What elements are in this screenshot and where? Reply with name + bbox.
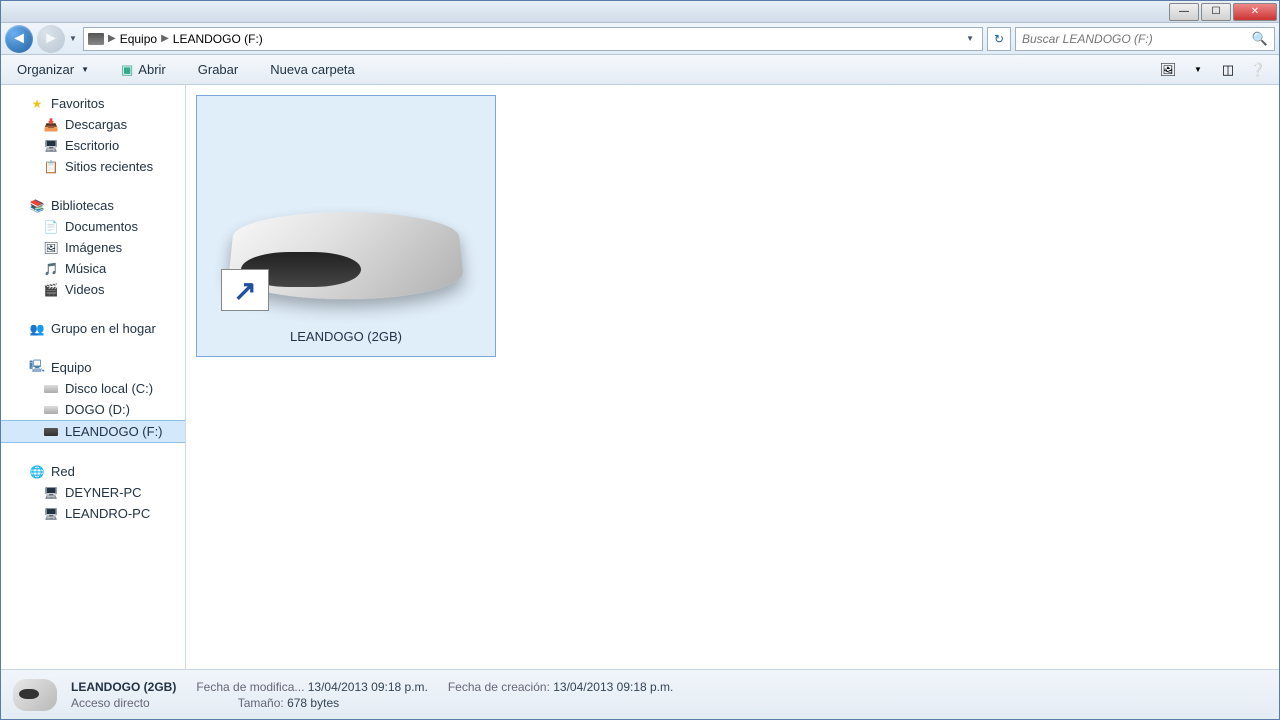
sidebar-item-network-pc2[interactable]: 🖥LEANDRO-PC <box>1 503 185 524</box>
new-folder-label: Nueva carpeta <box>270 62 355 77</box>
toolbar: Organizar ▼ ▣ Abrir Grabar Nueva carpeta… <box>1 55 1279 85</box>
refresh-button[interactable]: ↻ <box>987 27 1011 51</box>
details-created-value: 13/04/2013 09:18 p.m. <box>553 680 673 694</box>
homegroup-icon: 👥 <box>29 322 45 336</box>
sidebar-item-network-pc1[interactable]: 🖥DEYNER-PC <box>1 482 185 503</box>
network-group: 🌐Red 🖥DEYNER-PC 🖥LEANDRO-PC <box>1 461 185 524</box>
network-icon: 🌐 <box>29 465 45 479</box>
breadcrumb-sep-icon: ▶ <box>161 33 169 44</box>
sidebar-item-music[interactable]: 🎵Música <box>1 258 185 279</box>
drive-icon <box>43 425 59 439</box>
desktop-icon: 🖥 <box>43 139 59 153</box>
sidebar-libraries-header[interactable]: 📚Bibliotecas <box>1 195 185 216</box>
libraries-group: 📚Bibliotecas 📄Documentos 🖼Imágenes 🎵Músi… <box>1 195 185 300</box>
breadcrumb-sep-icon: ▶ <box>108 33 116 44</box>
nav-history-dropdown[interactable]: ▼ <box>69 34 79 43</box>
organize-button[interactable]: Organizar ▼ <box>11 60 95 79</box>
open-button[interactable]: ▣ Abrir <box>115 60 172 80</box>
titlebar: — ☐ ✕ <box>1 1 1279 23</box>
organize-label: Organizar <box>17 62 74 77</box>
toolbar-right: 🖼 ▼ ◫ ❔ <box>1157 60 1269 80</box>
breadcrumb-current[interactable]: LEANDOGO (F:) <box>173 32 263 46</box>
sidebar-item-downloads[interactable]: 📥Descargas <box>1 114 185 135</box>
close-button[interactable]: ✕ <box>1233 3 1277 21</box>
drive-icon <box>43 403 59 417</box>
libraries-icon: 📚 <box>29 199 45 213</box>
explorer-window: — ☐ ✕ ◄ ► ▼ ▶ Equipo ▶ LEANDOGO (F:) ▼ ↻… <box>0 0 1280 720</box>
address-bar[interactable]: ▶ Equipo ▶ LEANDOGO (F:) ▼ <box>83 27 983 51</box>
pc-icon: 🖥 <box>43 507 59 521</box>
details-created-label: Fecha de creación: <box>448 680 550 694</box>
documents-icon: 📄 <box>43 220 59 234</box>
sidebar-homegroup-header[interactable]: 👥Grupo en el hogar <box>1 318 185 339</box>
maximize-button[interactable]: ☐ <box>1201 3 1231 21</box>
downloads-icon: 📥 <box>43 118 59 132</box>
view-options-button[interactable]: 🖼 <box>1157 60 1179 80</box>
sidebar-item-videos[interactable]: 🎬Videos <box>1 279 185 300</box>
drive-icon <box>43 382 59 396</box>
homegroup-group: 👥Grupo en el hogar <box>1 318 185 339</box>
sidebar-item-desktop[interactable]: 🖥Escritorio <box>1 135 185 156</box>
recent-icon: 📋 <box>43 160 59 174</box>
window-controls: — ☐ ✕ <box>1169 3 1279 21</box>
favorites-group: ★Favoritos 📥Descargas 🖥Escritorio 📋Sitio… <box>1 93 185 177</box>
forward-button[interactable]: ► <box>37 25 65 53</box>
preview-pane-button[interactable]: ◫ <box>1217 60 1239 80</box>
sidebar-computer-header[interactable]: 🖳Equipo <box>1 357 185 378</box>
drive-icon <box>88 33 104 45</box>
address-dropdown[interactable]: ▼ <box>962 34 978 43</box>
chevron-down-icon: ▼ <box>81 65 89 74</box>
pc-icon: 🖥 <box>43 486 59 500</box>
computer-group: 🖳Equipo Disco local (C:) DOGO (D:) LEAND… <box>1 357 185 443</box>
search-input[interactable] <box>1022 32 1252 46</box>
back-button[interactable]: ◄ <box>5 25 33 53</box>
star-icon: ★ <box>29 97 45 111</box>
drive-shortcut-icon: ↗ <box>221 179 471 319</box>
breadcrumb-computer[interactable]: Equipo <box>120 32 157 46</box>
nav-bar: ◄ ► ▼ ▶ Equipo ▶ LEANDOGO (F:) ▼ ↻ 🔍 <box>1 23 1279 55</box>
sidebar-favorites-header[interactable]: ★Favoritos <box>1 93 185 114</box>
search-box[interactable]: 🔍 <box>1015 27 1275 51</box>
music-icon: 🎵 <box>43 262 59 276</box>
burn-label: Grabar <box>198 62 238 77</box>
view-dropdown[interactable]: ▼ <box>1187 60 1209 80</box>
details-drive-icon <box>13 679 57 711</box>
burn-button[interactable]: Grabar <box>192 60 244 79</box>
sidebar-item-documents[interactable]: 📄Documentos <box>1 216 185 237</box>
shortcut-overlay-icon: ↗ <box>221 269 269 311</box>
open-icon: ▣ <box>121 62 133 78</box>
file-item-label: LEANDOGO (2GB) <box>290 329 402 344</box>
help-button[interactable]: ❔ <box>1247 60 1269 80</box>
videos-icon: 🎬 <box>43 283 59 297</box>
sidebar-item-drive-c[interactable]: Disco local (C:) <box>1 378 185 399</box>
details-filename: LEANDOGO (2GB) <box>71 680 176 694</box>
details-pane: LEANDOGO (2GB) Fecha de modifica... 13/0… <box>1 669 1279 719</box>
details-info: LEANDOGO (2GB) Fecha de modifica... 13/0… <box>71 680 673 710</box>
details-size-label: Tamaño: <box>238 696 284 710</box>
search-icon[interactable]: 🔍 <box>1252 31 1268 47</box>
sidebar-item-drive-f[interactable]: LEANDOGO (F:) <box>1 420 185 443</box>
sidebar-network-header[interactable]: 🌐Red <box>1 461 185 482</box>
pictures-icon: 🖼 <box>43 241 59 255</box>
file-item-shortcut[interactable]: ↗ LEANDOGO (2GB) <box>196 95 496 357</box>
navigation-pane: ★Favoritos 📥Descargas 🖥Escritorio 📋Sitio… <box>1 85 186 669</box>
sidebar-item-recent[interactable]: 📋Sitios recientes <box>1 156 185 177</box>
file-list-pane[interactable]: ↗ LEANDOGO (2GB) <box>186 85 1279 669</box>
computer-icon: 🖳 <box>29 361 45 375</box>
sidebar-item-drive-d[interactable]: DOGO (D:) <box>1 399 185 420</box>
details-size-value: 678 bytes <box>287 696 339 710</box>
details-modified-label: Fecha de modifica... <box>196 680 304 694</box>
details-filetype: Acceso directo <box>71 696 150 710</box>
details-modified-value: 13/04/2013 09:18 p.m. <box>308 680 428 694</box>
open-label: Abrir <box>138 62 165 77</box>
minimize-button[interactable]: — <box>1169 3 1199 21</box>
main-area: ★Favoritos 📥Descargas 🖥Escritorio 📋Sitio… <box>1 85 1279 669</box>
sidebar-item-pictures[interactable]: 🖼Imágenes <box>1 237 185 258</box>
new-folder-button[interactable]: Nueva carpeta <box>264 60 361 79</box>
